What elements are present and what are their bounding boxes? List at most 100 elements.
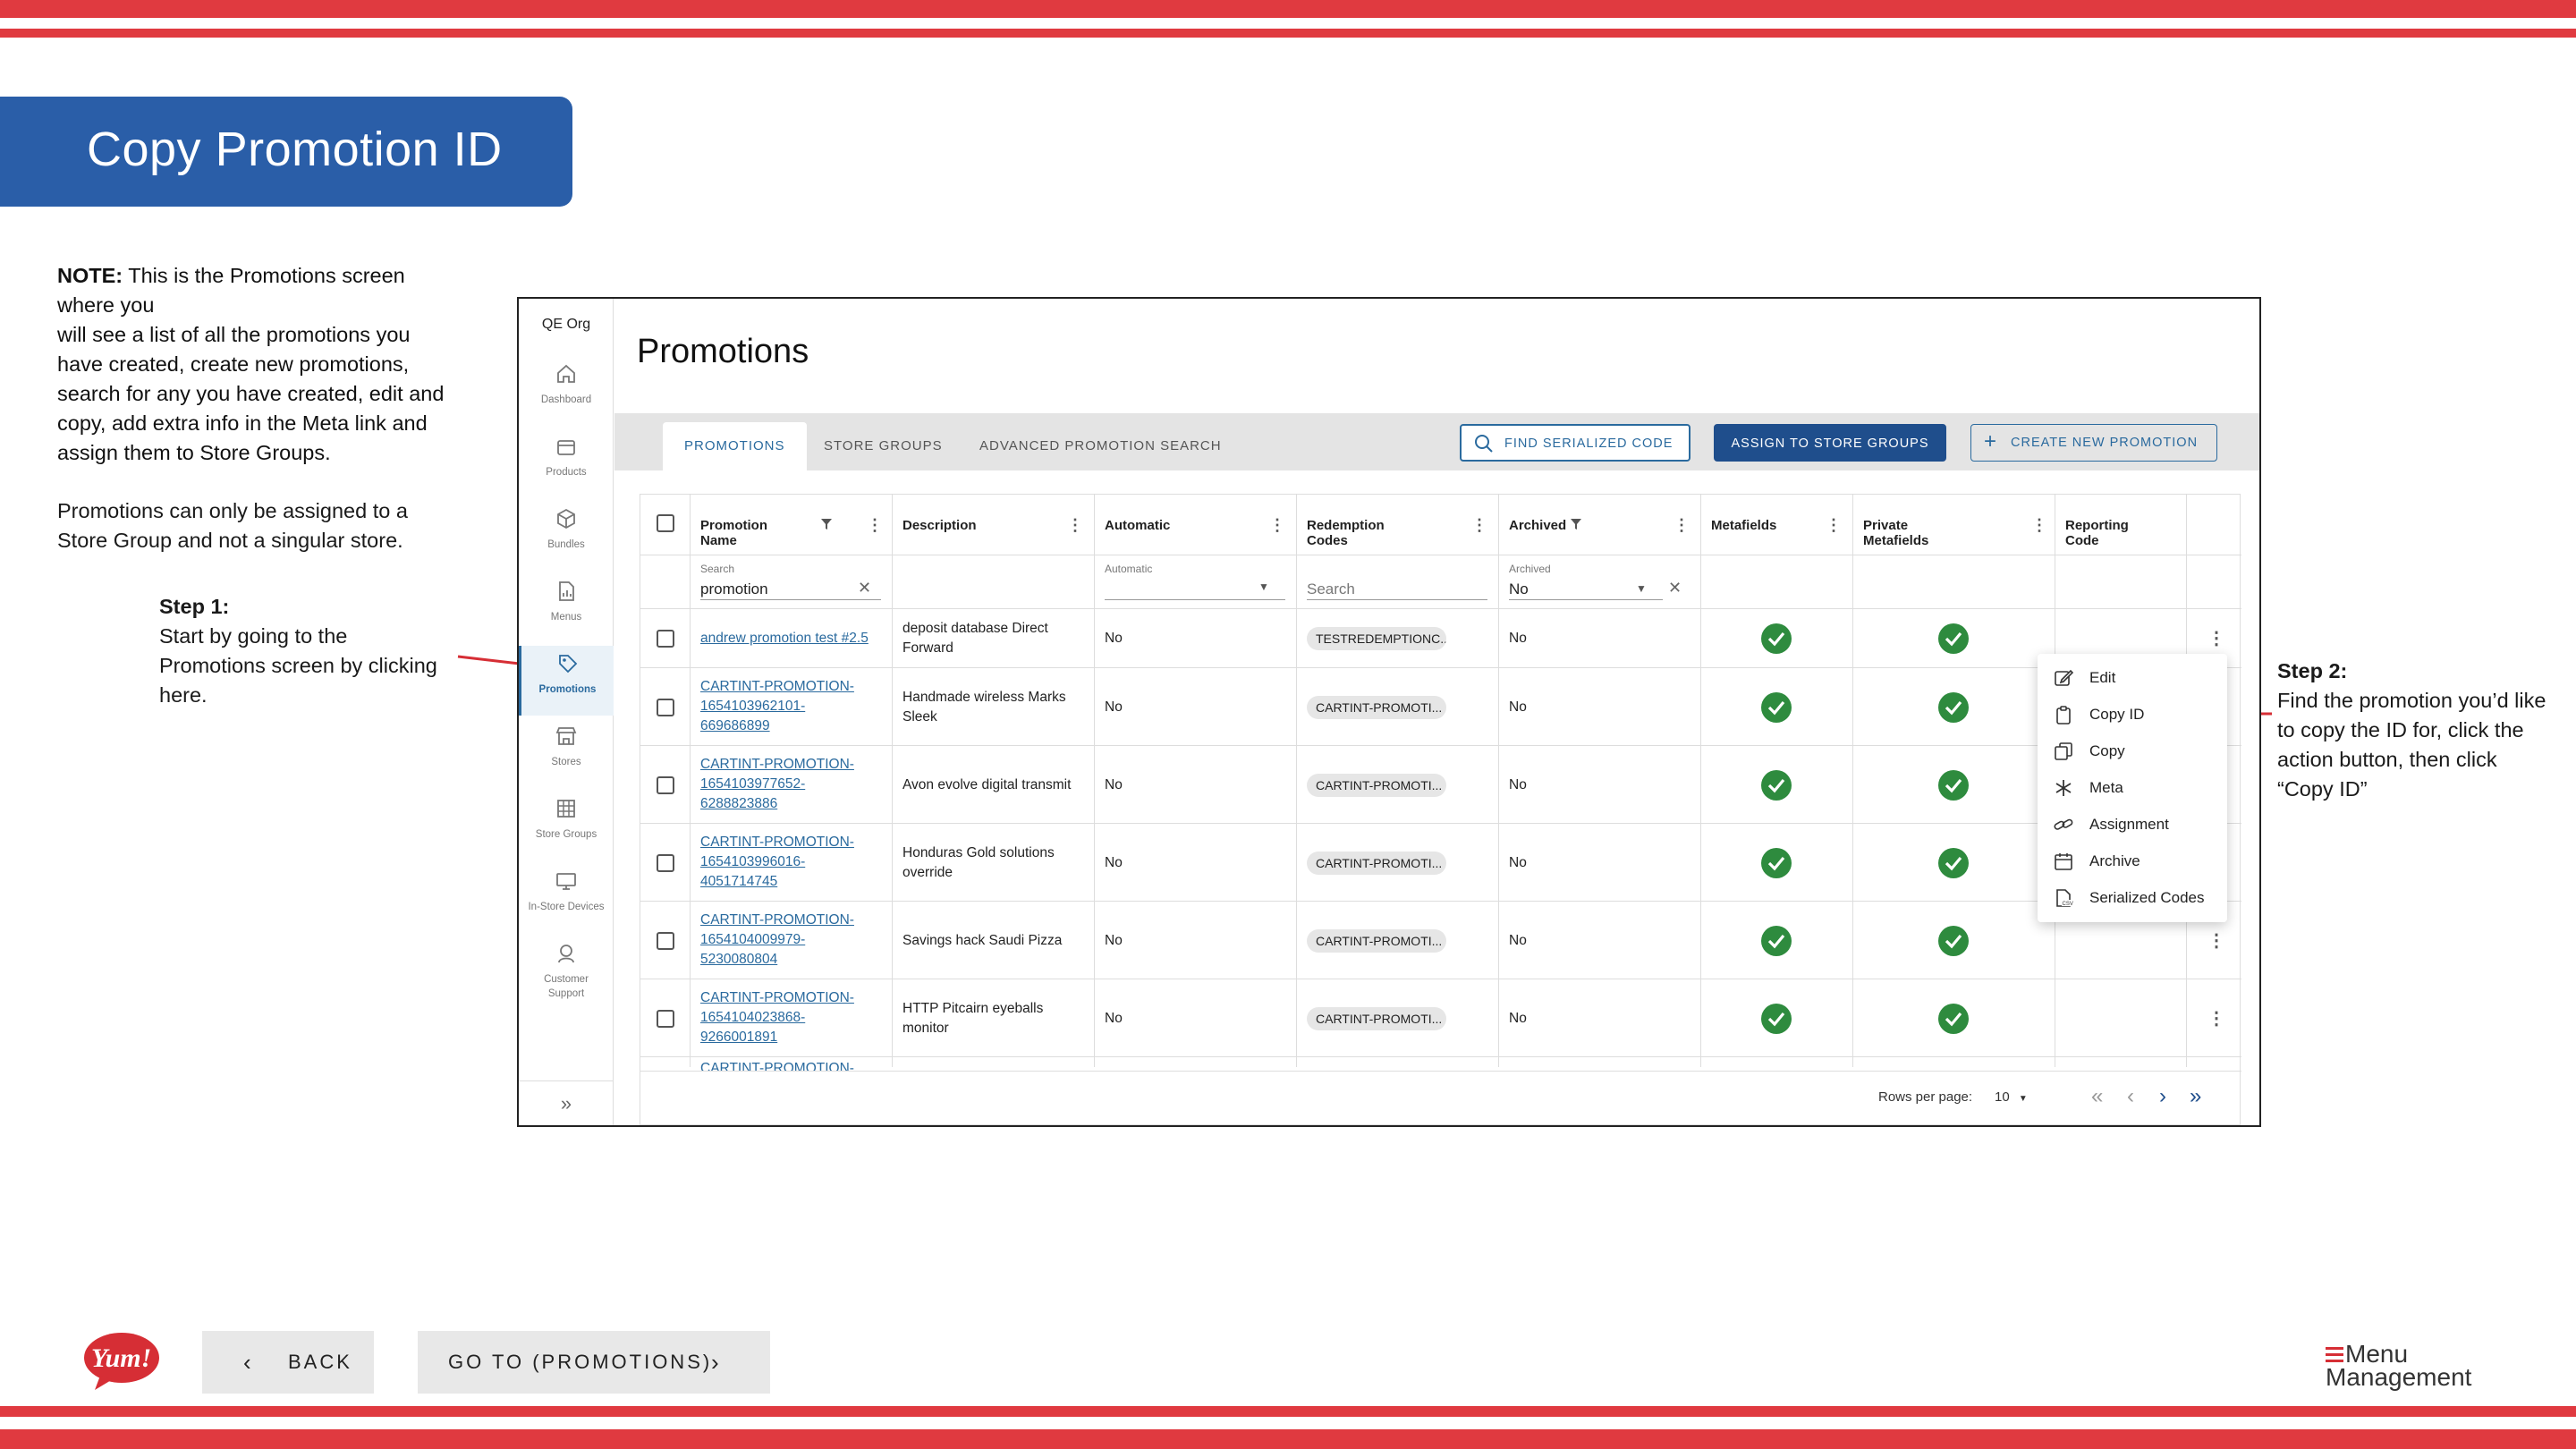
sidebar-item-bundles[interactable]: Bundles [519,506,614,576]
name-search-input[interactable]: promotion [700,580,768,598]
column-menu-icon[interactable]: ⋮ [1826,516,1842,535]
menu-item-label: Serialized Codes [2089,889,2205,906]
description-cell: HTTP Pitcairn eyeballs monitor [902,999,1086,1038]
note-line: have created, create new promotions, [57,352,410,376]
step-2-line: to copy the ID for, click the [2277,718,2524,741]
sidebar-item-menus[interactable]: Menus [519,579,614,648]
expand-sidebar-button[interactable]: » [519,1080,614,1125]
home-icon [557,364,575,383]
menu-item-copy-id[interactable]: Copy ID [2038,696,2227,733]
row-checkbox[interactable] [657,775,674,794]
promotion-name-line: 1654103977652- [700,775,806,792]
redemption-codes-filter[interactable]: Search [1296,555,1498,609]
tag-icon [558,655,577,674]
promotion-name-link[interactable]: CARTINT-PROMOTION- [700,1062,854,1071]
promotion-name-link[interactable]: CARTINT-PROMOTION- 1654103996016- 40517147… [700,833,854,892]
row-actions-button[interactable]: ⋮ [2207,1007,2225,1030]
row-actions-button[interactable]: ⋮ [2207,929,2225,952]
promotion-name-link[interactable]: andrew promotion test #2.5 [700,629,869,648]
first-page-icon[interactable]: « [2091,1084,2103,1109]
private-metafields-check-icon [1938,623,1969,654]
row-checkbox[interactable] [657,931,674,950]
menu-item-meta[interactable]: Meta [2038,769,2227,806]
name-search-filter[interactable]: Search promotion ✕ [690,555,892,609]
redemption-code-chip: TESTREDEMPTIONC... [1307,627,1446,650]
automatic-filter[interactable]: Automatic ▼ [1094,555,1296,609]
tab-store-groups[interactable]: STORE GROUPS [824,422,943,470]
chevron-down-icon[interactable]: ▼ [1258,580,1269,593]
promotions-table: Promotion Name ⋮ Description ⋮ Automatic… [640,494,2241,1125]
sidebar-item-in-store-devices[interactable]: In-Store Devices [519,869,614,938]
go-to-promotions-button[interactable]: GO TO (PROMOTIONS) › [418,1331,770,1394]
menu-item-label: Archive [2089,852,2140,869]
metafields-check-icon [1761,691,1792,723]
archived-select[interactable]: No [1509,580,1529,598]
promotion-name-link[interactable]: CARTINT-PROMOTION- 1654103977652- 62888238… [700,755,854,814]
column-menu-icon[interactable]: ⋮ [1674,516,1690,535]
rows-per-page-select[interactable]: 10 ▼ [1995,1089,2028,1105]
column-menu-icon[interactable]: ⋮ [867,516,883,535]
back-button[interactable]: ‹ BACK [202,1331,374,1394]
sidebar-item-customer-support[interactable]: Customer Support [519,941,614,1011]
sidebar-item-products[interactable]: Products [519,434,614,504]
sidebar-item-dashboard[interactable]: Dashboard [519,361,614,431]
column-header-label: Reporting Code [2065,518,2129,548]
menu-item-serialized-codes[interactable]: CSV Serialized Codes [2038,879,2227,916]
archived-filter[interactable]: Archived No ▼ ✕ [1498,555,1700,609]
promotion-name-link[interactable]: CARTINT-PROMOTION- 1654104023868- 92660018… [700,988,854,1047]
column-menu-icon[interactable]: ⋮ [1471,516,1487,535]
metafields-check-icon [1761,847,1792,878]
redemption-code-chip: CARTINT-PROMOTI... [1307,773,1446,797]
clear-icon[interactable]: ✕ [858,579,871,597]
menu-item-assignment[interactable]: Assignment [2038,806,2227,843]
private-metafields-check-icon [1938,847,1969,878]
next-page-icon[interactable]: › [2159,1084,2166,1109]
tab-advanced-promotion-search[interactable]: ADVANCED PROMOTION SEARCH [979,422,1222,470]
slide-title-banner: Copy Promotion ID [0,97,572,207]
row-action-menu: Edit Copy ID Copy Meta Assignment Archiv… [2038,654,2227,922]
row-checkbox[interactable] [657,630,674,648]
asterisk-icon [2055,780,2072,796]
sidebar-item-store-groups[interactable]: Store Groups [519,796,614,866]
row-checkbox[interactable] [657,853,674,872]
sidebar-item-stores[interactable]: Stores [519,724,614,793]
find-serialized-code-button[interactable]: FIND SERIALIZED CODE [1460,424,1690,462]
metafields-check-icon [1761,623,1792,654]
assign-to-store-groups-button[interactable]: ASSIGN TO STORE GROUPS [1714,424,1946,462]
column-menu-icon[interactable]: ⋮ [1269,516,1285,535]
promotion-name-line: 1654103962101- [700,698,806,714]
chevron-down-icon[interactable]: ▼ [1636,582,1647,595]
top-stripe-2 [0,29,2576,38]
row-checkbox[interactable] [657,698,674,716]
input-underline [1307,599,1487,600]
tab-bar: PROMOTIONS STORE GROUPS ADVANCED PROMOTI… [614,413,2259,470]
column-menu-icon[interactable]: ⋮ [2031,516,2047,535]
promotion-name-link[interactable]: CARTINT-PROMOTION- 1654104009979- 52300808… [700,911,854,970]
sidebar-item-label: Menus [550,612,582,623]
row-actions-button[interactable]: ⋮ [2207,627,2225,649]
column-menu-icon[interactable]: ⋮ [1067,516,1083,535]
last-page-icon[interactable]: » [2190,1084,2201,1109]
sidebar-item-label: Customer [544,974,589,985]
menu-item-copy[interactable]: Copy [2038,733,2227,769]
previous-page-icon[interactable]: ‹ [2127,1084,2134,1109]
svg-text:CSV: CSV [2063,902,2073,907]
filter-icon[interactable] [820,518,833,530]
filter-icon[interactable] [1570,518,1582,530]
promotion-name-line: 1654104009979- [700,931,806,947]
menu-item-archive[interactable]: Archive [2038,843,2227,879]
menu-item-edit[interactable]: Edit [2038,659,2227,696]
description-line: monitor [902,1020,949,1036]
redemption-codes-search-input[interactable]: Search [1307,580,1355,598]
row-checkbox[interactable] [657,1009,674,1028]
sidebar-item-promotions[interactable]: Promotions [519,646,614,716]
assignment-note-line: Promotions can only be assigned to a [57,499,408,522]
create-new-promotion-button[interactable]: + CREATE NEW PROMOTION [1970,424,2217,462]
step-2-title: Step 2: [2277,659,2348,682]
clear-icon[interactable]: ✕ [1668,579,1682,597]
select-all-checkbox[interactable] [657,514,674,532]
note-line: will see a list of all the promotions yo… [57,323,411,346]
promotion-name-link[interactable]: CARTINT-PROMOTION- 1654103962101- 66968689… [700,677,854,736]
tab-promotions[interactable]: PROMOTIONS [663,422,807,470]
step-2-instructions: Step 2: Find the promotion you’d like to… [2277,657,2572,804]
